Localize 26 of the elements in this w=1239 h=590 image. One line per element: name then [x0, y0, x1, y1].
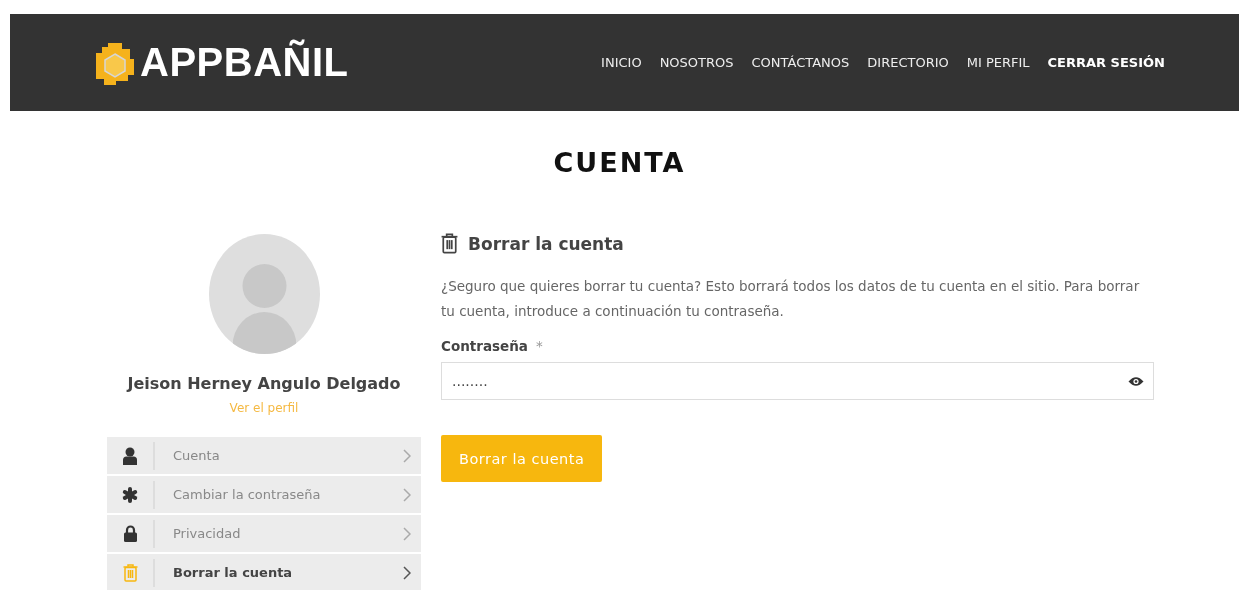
nav-link[interactable]: DIRECTORIO [867, 55, 949, 70]
field-label: Contraseña [441, 338, 528, 354]
trash-icon [441, 233, 458, 254]
chevron-icon [403, 448, 411, 463]
trash-icon [122, 563, 138, 582]
description: ¿Seguro que quieres borrar tu cuenta? Esto borrará todos los datos de tu cuenta en el sitio. Para borrar tu cuenta, introduce a continuación tu contraseña. [441, 277, 1141, 321]
nav-link[interactable]: CERRAR SESIÓN [1047, 55, 1165, 70]
menu-item[interactable]: Borrar la cuenta [107, 554, 421, 590]
logo-text[interactable]: APPBAÑIL [140, 40, 349, 85]
password-field[interactable]: ........ [441, 362, 1154, 400]
section-title: Borrar la cuenta [468, 233, 624, 254]
chevron-icon [403, 565, 411, 580]
chevron-icon [403, 487, 411, 502]
nav-link[interactable]: MI PERFIL [966, 55, 1030, 70]
profile-name: Jeison Herney Angulo Delgado [127, 374, 401, 393]
nav-link[interactable]: CONTÁCTANOS [751, 55, 850, 70]
chevron-icon [403, 526, 411, 541]
required-mark: * [535, 338, 543, 354]
nav-link[interactable]: NOSOTROS [659, 55, 734, 70]
lock-icon [123, 525, 137, 542]
nav-link[interactable]: INICIO [601, 55, 642, 70]
asterisk-icon [122, 486, 138, 503]
eye-icon[interactable] [1128, 376, 1144, 387]
cube-logo-icon [94, 40, 136, 85]
user-icon [123, 446, 137, 465]
page-title: CUENTA [552, 147, 687, 178]
